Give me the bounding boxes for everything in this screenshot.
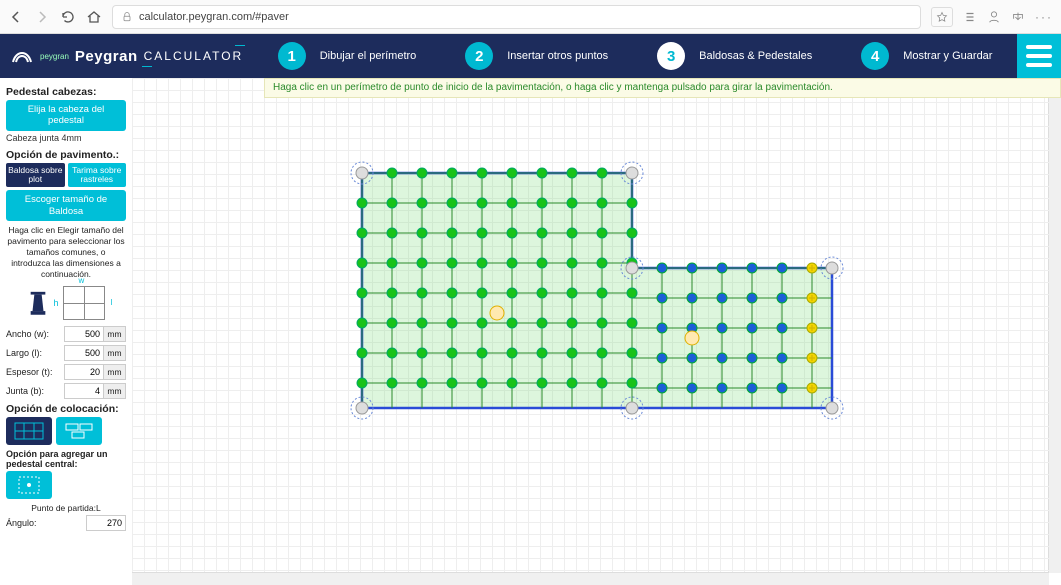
thickness-input[interactable] — [64, 364, 104, 380]
brand-name: Peygran — [75, 48, 138, 65]
pedestal-icon — [27, 290, 49, 318]
home-icon[interactable] — [86, 9, 102, 25]
center-pedestal-option[interactable] — [6, 471, 52, 499]
browser-right-icons: ··· — [963, 10, 1053, 24]
browser-chrome: calculator.peygran.com/#paver ··· — [0, 0, 1061, 34]
option-baldosa-plot[interactable]: Baldosa sobre plot — [6, 163, 65, 188]
step-3[interactable]: 3Baldosas & Pedestales — [657, 42, 812, 70]
pedestal-head-heading: Pedestal cabezas: — [6, 86, 126, 98]
head-note: Cabeza junta 4mm — [6, 133, 126, 143]
refresh-icon[interactable] — [60, 9, 76, 25]
logo: peygran Peygran CALCULATOR — [0, 44, 253, 68]
profile-icon[interactable] — [987, 10, 1001, 24]
url-text: calculator.peygran.com/#paver — [139, 11, 289, 23]
brand-product: CALCULATOR — [144, 49, 244, 63]
sidebar: Pedestal cabezas: Elija la cabeza del pe… — [0, 78, 132, 585]
step-1[interactable]: 1Dibujar el perímetro — [278, 42, 417, 70]
joint-input[interactable] — [64, 383, 104, 399]
start-point-label: Punto de partida:L — [6, 503, 126, 513]
width-input[interactable] — [64, 326, 104, 342]
choose-head-button[interactable]: Elija la cabeza del pedestal — [6, 100, 126, 131]
center-pedestal-heading: Opción para agregar un pedestal central: — [6, 449, 126, 469]
pavement-option-heading: Opción de pavimento.: — [6, 149, 126, 161]
app-header: peygran Peygran CALCULATOR 1Dibujar el p… — [0, 34, 1061, 78]
paving-drawing[interactable] — [132, 78, 1049, 573]
step-nav: 1Dibujar el perímetro 2Insertar otros pu… — [253, 42, 1017, 70]
placement-heading: Opción de colocación: — [6, 403, 126, 415]
lock-icon — [121, 11, 133, 23]
angle-input[interactable] — [86, 515, 126, 531]
favorite-icon[interactable] — [931, 7, 953, 27]
share-icon[interactable] — [1011, 10, 1025, 24]
address-bar[interactable]: calculator.peygran.com/#paver — [112, 5, 921, 29]
dimension-illustration: h w l — [6, 286, 126, 320]
tile-help-text: Haga clic en Elegir tamaño del pavimento… — [6, 225, 126, 280]
hint-bar: Haga clic en un perímetro de punto de in… — [264, 78, 1061, 98]
menu-icon[interactable] — [1017, 34, 1061, 78]
forward-icon[interactable] — [34, 9, 50, 25]
layout-grid-option[interactable] — [6, 417, 52, 445]
more-icon[interactable]: ··· — [1035, 10, 1053, 24]
option-tarima-rastreles[interactable]: Tarima sobre rastreles — [68, 163, 127, 188]
canvas[interactable] — [132, 78, 1061, 585]
choose-tile-button[interactable]: Escoger tamaño de Baldosa — [6, 190, 126, 221]
length-input[interactable] — [64, 345, 104, 361]
brand-mark-icon — [10, 44, 34, 68]
back-icon[interactable] — [8, 9, 24, 25]
layout-brick-option[interactable] — [56, 417, 102, 445]
extension-icon[interactable] — [963, 10, 977, 24]
step-4[interactable]: 4Mostrar y Guardar — [861, 42, 992, 70]
brand-sub: peygran — [40, 52, 69, 61]
step-2[interactable]: 2Insertar otros puntos — [465, 42, 608, 70]
